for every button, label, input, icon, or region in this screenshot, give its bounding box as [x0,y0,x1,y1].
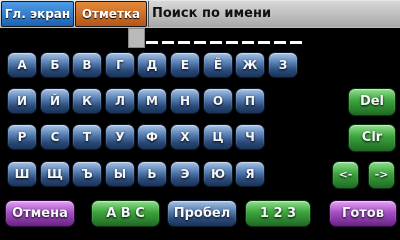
letter-key[interactable]: Ч [235,124,265,150]
cursor-right-key[interactable]: -> [368,161,395,189]
tab-main-screen[interactable]: Гл. экран [1,1,74,27]
letter-key[interactable]: Э [170,161,200,187]
space-button[interactable]: Пробел [167,200,237,227]
text-cursor [128,28,145,48]
letter-key[interactable]: М [137,88,167,114]
letter-key[interactable]: О [203,88,233,114]
letter-key[interactable]: Р [7,124,37,150]
letter-key[interactable]: Л [105,88,135,114]
cancel-button[interactable]: Отмена [5,200,75,227]
letter-key[interactable]: Ф [137,124,167,150]
letter-key[interactable]: Ц [203,124,233,150]
clear-key[interactable]: Clr [348,124,396,152]
letter-key[interactable]: А [7,52,37,78]
letter-key[interactable]: Ш [7,161,37,187]
letter-key[interactable]: Ы [105,161,135,187]
letter-key[interactable]: Т [72,124,102,150]
latin-layout-button[interactable]: A B C [91,200,160,227]
letter-key[interactable]: Д [137,52,167,78]
name-input-field[interactable] [128,28,400,48]
letter-key[interactable]: Н [170,88,200,114]
page-title: Поиск по имени [152,6,272,21]
cursor-left-key[interactable]: <- [332,161,359,189]
letter-key[interactable]: Ё [203,52,233,78]
letter-key[interactable]: И [7,88,37,114]
letter-key[interactable]: Х [170,124,200,150]
title-bar: Поиск по имени [148,1,400,27]
tab-mark[interactable]: Отметка [75,1,147,27]
letter-key[interactable]: Ь [137,161,167,187]
letter-key[interactable]: Е [170,52,200,78]
letter-key[interactable]: Ж [235,52,265,78]
done-button[interactable]: Готов [329,200,397,227]
delete-key[interactable]: Del [348,88,396,116]
letter-key[interactable]: Ъ [72,161,102,187]
letter-key[interactable]: К [72,88,102,114]
letter-key[interactable]: Щ [40,161,70,187]
letter-key[interactable]: У [105,124,135,150]
digits-layout-button[interactable]: 1 2 3 [245,200,311,227]
letter-key[interactable]: Б [40,52,70,78]
letter-key[interactable]: С [40,124,70,150]
letter-key[interactable]: П [235,88,265,114]
input-placeholder-dashes [146,41,302,44]
search-by-name-screen: Гл. экран Отметка Поиск по имени АБВГДЕЁ… [0,0,400,240]
letter-key[interactable]: Ю [203,161,233,187]
letter-key[interactable]: Я [235,161,265,187]
letter-key[interactable]: З [268,52,298,78]
top-bar: Гл. экран Отметка Поиск по имени [0,0,400,28]
letter-key[interactable]: В [72,52,102,78]
letter-key[interactable]: Й [40,88,70,114]
letter-key[interactable]: Г [105,52,135,78]
